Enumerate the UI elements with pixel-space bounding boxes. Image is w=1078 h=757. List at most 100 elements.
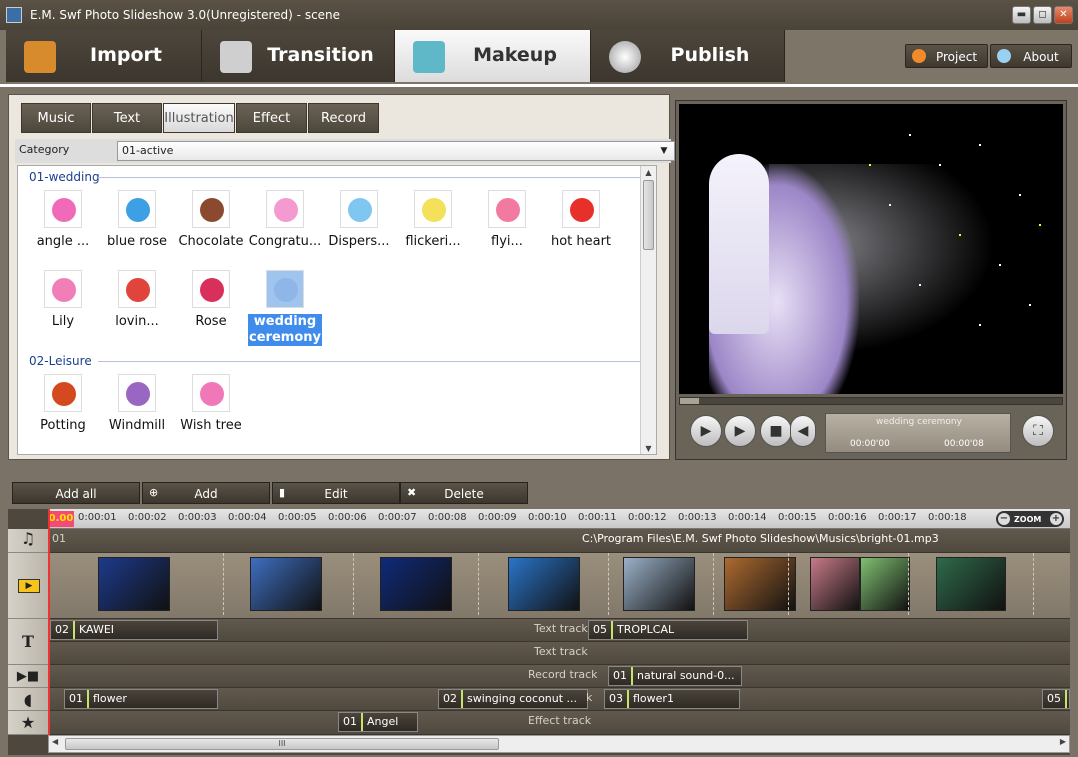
subtab-effect[interactable]: Effect [236,103,307,133]
item-label: lovin... [115,314,159,329]
gallery-item[interactable]: Potting [26,374,100,452]
time-ruler[interactable]: 0.00 0:00:01 0:00:02 0:00:03 0:00:04 0:00:05… [48,509,1070,529]
effect-track[interactable]: 01 Angel Effect track [48,711,1070,735]
add-all-button[interactable]: Add all [12,482,140,504]
clip-name: Angel [367,715,399,728]
illustration-clip[interactable]: 05E [1042,689,1070,709]
clip-number: 03 [609,690,629,708]
tick-label: 0:00:13 [678,512,717,523]
info-icon [997,49,1011,63]
scroll-thumb[interactable] [643,180,654,250]
group-divider [98,361,644,362]
gallery-item[interactable]: Congratu... [248,190,322,268]
category-select[interactable]: 01-active ▼ [117,141,675,161]
photo-thumbnail[interactable] [623,557,695,611]
tab-transition[interactable]: Transition [202,30,395,82]
gallery-item[interactable]: Dispers... [322,190,396,268]
subtab-music[interactable]: Music [21,103,91,133]
scroll-left-icon[interactable]: ◀ [52,737,58,746]
gallery-item[interactable]: flyi... [470,190,544,268]
edit-label: Edit [324,487,348,501]
timeline-scrollbar[interactable]: ◀ III ▶ [48,735,1070,753]
tick-label: 0:00:02 [128,512,167,523]
play-pause-button[interactable]: ▶ [690,415,722,447]
photo-thumbnail[interactable] [860,557,910,611]
gallery-item[interactable]: Chocolate [174,190,248,268]
subtab-record[interactable]: Record [308,103,379,133]
maximize-button[interactable]: ◻ [1033,6,1052,24]
clip-name: swinging coconut ... [467,692,578,705]
music-track[interactable]: 01 C:\Program Files\E.M. Swf Photo Slide… [48,529,1070,553]
subtab-text[interactable]: Text [92,103,162,133]
tick-label: 0:00:10 [528,512,567,523]
tick-label: 0:00:18 [928,512,967,523]
edit-button[interactable]: ▮ Edit [272,482,400,504]
gallery-item[interactable]: Lily [26,270,100,348]
thumbnail [414,190,452,228]
illustration-clip[interactable]: 03 flower1 [604,689,740,709]
photo-thumbnail[interactable] [810,557,860,611]
tick-label: 0:00:12 [628,512,667,523]
scroll-right-icon[interactable]: ▶ [1060,737,1066,746]
zoom-control[interactable]: − ZOOM + [996,511,1064,527]
item-label: Lily [51,314,75,329]
photo-thumbnail[interactable] [250,557,322,611]
fullscreen-button[interactable]: ⛶ [1022,415,1054,447]
tab-publish[interactable]: Publish [591,30,785,82]
gallery-item[interactable]: lovin... [100,270,174,348]
gallery-item[interactable]: blue rose [100,190,174,268]
tick-label: 0:00:03 [178,512,217,523]
gallery-item[interactable]: Windmill [100,374,174,452]
about-button[interactable]: About [990,44,1072,68]
minimize-button[interactable]: ▬ [1012,6,1031,24]
volume-button[interactable]: ◀ [790,415,816,447]
gallery-item-selected[interactable]: wedding ceremony [248,270,322,348]
effect-clip[interactable]: 01 Angel [338,712,418,732]
item-label: Rose [195,314,227,329]
play-button[interactable]: ▶ [724,415,756,447]
tab-import[interactable]: Import [6,30,202,82]
close-button[interactable]: ✕ [1054,6,1073,24]
text-track-2[interactable]: Text track [48,642,1070,665]
gallery-item[interactable]: angle ... [26,190,100,268]
photo-thumbnail[interactable] [380,557,452,611]
photo-thumbnail[interactable] [508,557,580,611]
record-clip[interactable]: 01 natural sound-0... [608,666,742,686]
delete-button[interactable]: ✖ Delete [400,482,528,504]
text-track-1[interactable]: 02 KAWEI Text track 05 TROPLCAL [48,619,1070,642]
category-value: 01-active [122,144,174,157]
gallery-scrollbar[interactable]: ▲ ▼ [640,166,656,454]
text-clip[interactable]: 02 KAWEI [50,620,218,640]
gallery-item[interactable]: Rose [174,270,248,348]
playhead[interactable] [48,509,50,745]
gallery-item[interactable]: Wish tree [174,374,248,452]
add-button[interactable]: ⊕ Add [142,482,270,504]
subtab-illustration[interactable]: Illustration [163,103,235,133]
playback-progress[interactable] [679,397,1063,405]
item-label: Windmill [108,418,166,433]
zoom-out-icon[interactable]: − [998,513,1010,525]
tab-makeup[interactable]: Makeup [395,30,591,82]
scroll-thumb[interactable]: III [65,738,499,750]
sparkle [1039,224,1041,226]
illustration-track[interactable]: 01 flower 02 swinging coconut ... k 03 flow… [48,688,1070,711]
zoom-in-icon[interactable]: + [1050,513,1062,525]
scroll-down-icon[interactable]: ▼ [641,442,656,454]
text-clip[interactable]: 05 TROPLCAL [588,620,748,640]
item-label: Wish tree [180,418,242,433]
text-icon: T [8,619,48,665]
stop-button[interactable]: ■ [760,415,792,447]
illustration-clip[interactable]: 02 swinging coconut ... [438,689,588,709]
photo-thumbnail[interactable] [724,557,796,611]
scroll-up-icon[interactable]: ▲ [641,166,656,180]
thumbnail [192,270,230,308]
gallery-item[interactable]: hot heart [544,190,618,268]
record-track[interactable]: Record track 01 natural sound-0... [48,665,1070,688]
gallery-item[interactable]: flickeri... [396,190,470,268]
photo-thumbnail[interactable] [98,557,170,611]
photo-track[interactable] [48,553,1070,619]
illustration-clip[interactable]: 01 flower [64,689,218,709]
photo-thumbnail[interactable] [936,557,1006,611]
project-button[interactable]: Project [905,44,988,68]
illustration-track-tail: k [586,691,593,704]
